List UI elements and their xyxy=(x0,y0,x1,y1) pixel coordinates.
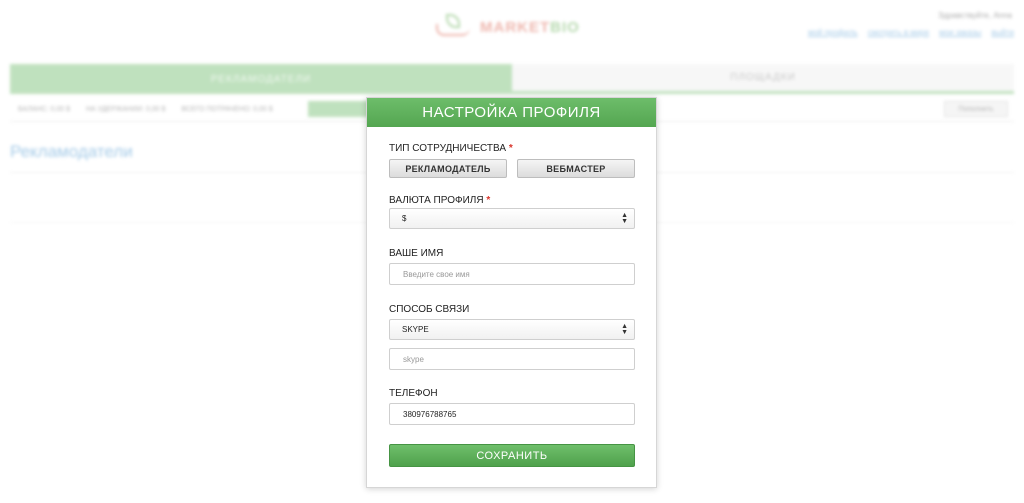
save-button[interactable]: СОХРАНИТЬ xyxy=(389,444,635,467)
select-arrows-icon: ▲ ▼ xyxy=(621,212,628,225)
contact-selected: SKYPE xyxy=(402,325,429,334)
balance-item: БАЛАНС: 0,00 $ xyxy=(18,106,70,113)
contact-label: СПОСОБ СВЯЗИ xyxy=(389,304,470,315)
webmaster-button[interactable]: ВЕБМАСТЕР xyxy=(517,159,635,178)
cooperation-label: ТИП СОТРУДНИЧЕСТВА * xyxy=(389,143,513,154)
advertiser-button[interactable]: РЕКЛАМОДАТЕЛЬ xyxy=(389,159,507,178)
currency-label: ВАЛЮТА ПРОФИЛЯ * xyxy=(389,195,491,206)
profile-settings-modal: НАСТРОЙКА ПРОФИЛЯ ТИП СОТРУДНИЧЕСТВА * Р… xyxy=(366,97,657,488)
link-profile[interactable]: мой профиль xyxy=(808,28,858,37)
spent-item: ВСЕГО ПОТРАЧЕНО: 0,00 $ xyxy=(181,106,273,113)
sub-active-chip[interactable] xyxy=(308,101,370,117)
page-title: Рекламодатели xyxy=(10,142,133,161)
contact-method-select[interactable]: SKYPE ▲ ▼ xyxy=(389,319,635,340)
required-mark: * xyxy=(486,195,491,206)
logo-icon xyxy=(432,14,474,40)
link-logout[interactable]: выйти xyxy=(991,28,1014,37)
name-label: ВАШЕ ИМЯ xyxy=(389,248,444,259)
currency-select[interactable]: $ ▲ ▼ xyxy=(389,208,635,229)
link-world[interactable]: смотреть в мире xyxy=(868,28,929,37)
user-greeting: Здравствуйте, Anna xyxy=(938,11,1012,20)
link-orders[interactable]: мои заказы xyxy=(939,28,981,37)
phone-label: ТЕЛЕФОН xyxy=(389,388,438,399)
name-input[interactable]: Введите свое имя xyxy=(389,263,635,285)
hold-item: НА УДЕРЖАНИИ: 0,00 $ xyxy=(86,106,166,113)
user-links: мой профиль смотреть в мире мои заказы в… xyxy=(808,28,1014,37)
main-tabs: РЕКЛАМОДАТЕЛИ ПЛОЩАДКИ xyxy=(10,64,1014,94)
modal-title: НАСТРОЙКА ПРОФИЛЯ xyxy=(422,104,601,121)
site-header: MARKETBIO Здравствуйте, Anna мой профиль… xyxy=(0,0,1024,60)
phone-input[interactable]: 380976788765 xyxy=(389,403,635,425)
modal-header: НАСТРОЙКА ПРОФИЛЯ xyxy=(367,98,656,127)
top-up-button[interactable]: Пополнить xyxy=(944,101,1008,117)
select-arrows-icon: ▲ ▼ xyxy=(621,323,628,336)
currency-selected: $ xyxy=(402,214,407,223)
contact-input[interactable]: skype xyxy=(389,348,635,370)
site-logo[interactable]: MARKETBIO xyxy=(432,14,580,40)
tab-platforms[interactable]: ПЛОЩАДКИ xyxy=(512,64,1014,94)
logo-text: MARKETBIO xyxy=(480,18,580,36)
required-mark: * xyxy=(508,143,513,154)
tab-advertisers[interactable]: РЕКЛАМОДАТЕЛИ xyxy=(10,64,512,94)
